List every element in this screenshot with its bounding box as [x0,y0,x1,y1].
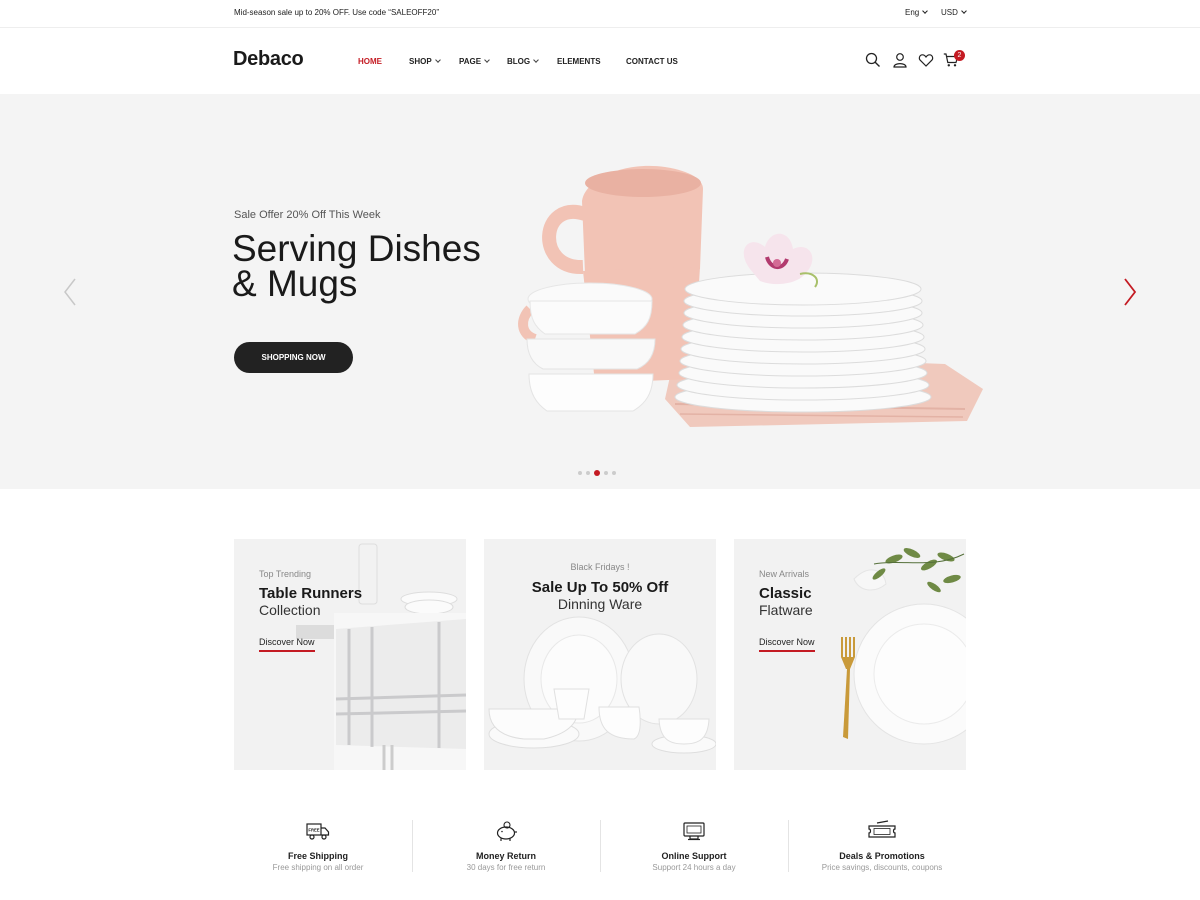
user-icon[interactable] [892,52,908,68]
slider-dot[interactable] [578,470,582,475]
feature-subtitle: Price savings, discounts, coupons [821,863,943,872]
feature-online-support: Online Support Support 24 hours a day [600,820,788,872]
chevron-left-icon[interactable] [62,277,78,307]
banner-flatware[interactable]: New Arrivals Classic Flatware Discover N… [734,539,966,770]
banner-title-secondary: Flatware [759,602,813,618]
nav-label: HOME [358,57,382,66]
feature-title: Free Shipping [287,851,348,861]
feature-title: Online Support [661,851,727,861]
nav-label: CONTACT US [626,57,678,66]
coupon-icon [868,820,896,838]
banner-subtitle: Black Fridays ! [570,562,630,572]
truck-icon: FREE [306,823,330,840]
cart-count-badge: 2 [954,50,965,61]
banner-table-runners[interactable]: Top Trending Table Runners Collection Di… [234,539,466,770]
slider-pagination [578,464,620,482]
banner-title: Table Runners [259,585,363,602]
discover-now-link[interactable]: Discover Now [259,637,315,652]
feature-subtitle: 30 days for free return [466,863,546,872]
chevron-right-icon[interactable] [1122,277,1138,307]
banner-title: Sale Up To 50% Off [531,579,669,596]
nav-home[interactable]: HOME [358,57,382,66]
dinnerware-image [488,616,716,754]
promo-text: Mid-season sale up to 20% OFF. Use code … [234,8,439,17]
feature-title: Money Return [475,851,536,861]
hero-title-line: Serving Dishes [232,228,481,269]
search-icon[interactable] [865,52,881,68]
slider-dot-active[interactable] [594,469,600,476]
piggy-bank-icon [496,821,517,841]
slider-dot[interactable] [586,470,590,475]
hero-product-image [518,165,983,427]
support-icon [683,822,705,841]
heart-icon[interactable] [918,52,934,68]
chevron-down-icon [533,57,539,63]
hero-title: Serving Dishes & Mugs [232,228,532,304]
language-selector[interactable]: Eng [905,8,929,17]
nav-label: ELEMENTS [557,57,601,66]
feature-subtitle: Support 24 hours a day [652,863,736,872]
shopping-now-button[interactable]: SHOPPING NOW [234,342,353,373]
feature-title: Deals & Promotions [839,851,925,861]
slider-dot[interactable] [612,470,616,475]
feature-deals: Deals & Promotions Price savings, discou… [788,820,976,872]
nav-shop[interactable]: SHOP [409,57,441,66]
currency-label: USD [941,8,958,17]
slider-dot[interactable] [604,470,608,475]
free-badge-text: FREE [308,828,319,833]
top-bar: Mid-season sale up to 20% OFF. Use code … [0,0,1200,28]
discover-now-link[interactable]: Discover Now [759,637,815,652]
hero-title-line: & Mugs [232,263,358,304]
nav-label: SHOP [409,57,432,66]
banner-subtitle: Top Trending [259,569,312,579]
banner-title-secondary: Dinning Ware [557,596,643,612]
language-label: Eng [905,8,920,17]
nav-blog[interactable]: BLOG [507,57,539,66]
chevron-down-icon [484,57,490,63]
currency-selector[interactable]: USD [941,8,967,17]
nav-label: BLOG [507,57,531,66]
site-header: Debaco HOME SHOP PAGE BLOG ELEMENTS CONT… [0,28,1200,94]
nav-contact[interactable]: CONTACT US [626,57,678,66]
logo[interactable]: Debaco [233,48,304,71]
hero-subtitle: Sale Offer 20% Off This Week [234,209,381,221]
feature-free-shipping: FREE Free Shipping Free shipping on all … [224,820,412,872]
chevron-down-icon [922,8,929,14]
banner-sale[interactable]: Black Fridays ! Sale Up To 50% Off Dinni… [484,539,716,770]
nav-elements[interactable]: ELEMENTS [557,57,601,66]
feature-subtitle: Free shipping on all order [272,863,364,872]
nav-label: PAGE [459,57,482,66]
banner-title-secondary: Collection [259,602,321,618]
banner-title: Classic [759,585,812,602]
chevron-down-icon [961,8,967,14]
hero-slider: Sale Offer 20% Off This Week Serving Dis… [0,94,1200,489]
nav-page[interactable]: PAGE [459,57,490,66]
feature-money-return: Money Return 30 days for free return [412,820,600,872]
banner-subtitle: New Arrivals [759,569,810,579]
chevron-down-icon [434,57,441,63]
